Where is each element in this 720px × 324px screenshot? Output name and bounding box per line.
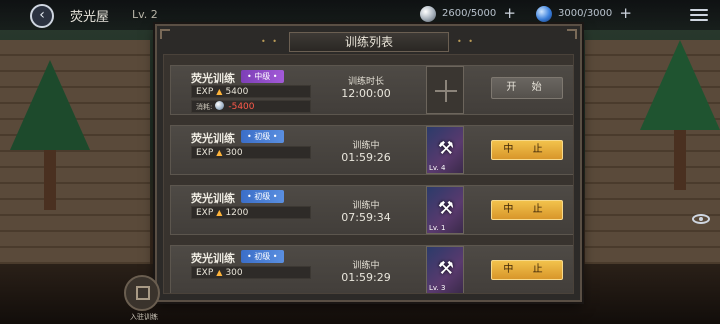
timer-value: 01:59:29 (341, 271, 391, 284)
timer-value: 01:59:26 (341, 151, 391, 164)
silver-orb-icon (420, 6, 436, 22)
character-slot[interactable]: ⚒ Lv. 3 (426, 246, 464, 293)
training-list-panel: • • 训练列表 • • 荧光训练 • 中级 • EXP ▲ 5400 消耗: -54… (155, 24, 582, 302)
flame-icon: ▲ (216, 87, 223, 96)
timer-label: 训练中 (352, 261, 380, 271)
exp-field: EXP ▲ 1200 (191, 206, 311, 219)
tree-right-trunk (674, 130, 686, 190)
timer-label: 训练中 (352, 141, 380, 151)
tier-badge: • 初级 • (241, 130, 284, 143)
hamburger-menu-icon[interactable] (690, 6, 708, 24)
exp-field: EXP ▲ 5400 (191, 85, 311, 98)
flame-icon: ▲ (216, 268, 223, 277)
title-ornament-left: • • (261, 37, 279, 46)
panel-title: 训练列表 (289, 32, 449, 52)
training-row: 荧光训练 • 初级 • EXP ▲ 300 训练中 01:59:29 ⚒ Lv. 3 … (170, 245, 573, 293)
training-name: 荧光训练 (191, 132, 235, 145)
training-row: 荧光训练 • 中级 • EXP ▲ 5400 消耗: -5400 训练时长 12:00… (170, 65, 573, 115)
character-slot[interactable]: ⚒ Lv. 1 (426, 186, 464, 234)
tier-badge: • 初级 • (241, 190, 284, 203)
stop-button[interactable]: 中 止 (491, 140, 563, 160)
start-button[interactable]: 开 始 (491, 77, 563, 99)
tree-left (10, 60, 90, 150)
training-name: 荧光训练 (191, 192, 235, 205)
hammer-icon: ⚒ (437, 258, 455, 279)
tree-right (640, 40, 720, 130)
add-blue-button[interactable]: + (619, 3, 632, 23)
timer-value: 07:59:34 (341, 211, 391, 224)
timer-label: 训练中 (352, 201, 380, 211)
building-icon[interactable] (124, 275, 160, 311)
add-silver-button[interactable]: + (503, 3, 516, 23)
back-arrow-icon[interactable]: ‹ (30, 4, 54, 28)
title-ornament-right: • • (457, 37, 475, 46)
flame-icon: ▲ (216, 208, 223, 217)
panel-corner (160, 29, 170, 39)
silver-orb-icon (215, 101, 225, 110)
resource-blue: 3000/3000 + (536, 4, 632, 24)
training-row: 荧光训练 • 初级 • EXP ▲ 300 训练中 01:59:26 ⚒ Lv. 4 … (170, 125, 573, 175)
blue-orb-icon (536, 6, 552, 22)
resource-silver-value: 2600/5000 (442, 8, 497, 19)
timer-label: 训练时长 (347, 77, 384, 87)
hammer-icon: ⚒ (437, 198, 455, 219)
resource-silver: 2600/5000 + (420, 4, 516, 24)
cost-field: 消耗: -5400 (191, 100, 311, 113)
building-label: 入驻训练 (130, 313, 158, 321)
level-label: Lv. 2 (132, 8, 158, 21)
tree-left-trunk (44, 150, 56, 210)
flame-icon: ▲ (216, 148, 223, 157)
stop-button[interactable]: 中 止 (491, 260, 563, 280)
exp-field: EXP ▲ 300 (191, 266, 311, 279)
tier-badge: • 初级 • (241, 250, 284, 263)
panel-corner (567, 29, 577, 39)
exp-field: EXP ▲ 300 (191, 146, 311, 159)
character-slot[interactable]: ⚒ Lv. 4 (426, 126, 464, 174)
eye-icon[interactable] (692, 214, 710, 224)
stop-button[interactable]: 中 止 (491, 200, 563, 220)
training-name: 荧光训练 (191, 252, 235, 265)
game-scene: ‹ 荧光屋 Lv. 2 2600/5000 + 3000/3000 + • • … (0, 0, 720, 324)
training-list: 荧光训练 • 中级 • EXP ▲ 5400 消耗: -5400 训练时长 12:00… (163, 54, 574, 294)
training-name: 荧光训练 (191, 72, 235, 85)
tier-badge: • 中级 • (241, 70, 284, 83)
training-row: 荧光训练 • 初级 • EXP ▲ 1200 训练中 07:59:34 ⚒ Lv. 1… (170, 185, 573, 235)
resource-blue-value: 3000/3000 (558, 8, 613, 19)
page-title: 荧光屋 (70, 10, 110, 25)
timer-value: 12:00:00 (341, 87, 391, 100)
hammer-icon: ⚒ (437, 138, 455, 159)
add-character-slot[interactable] (426, 66, 464, 114)
